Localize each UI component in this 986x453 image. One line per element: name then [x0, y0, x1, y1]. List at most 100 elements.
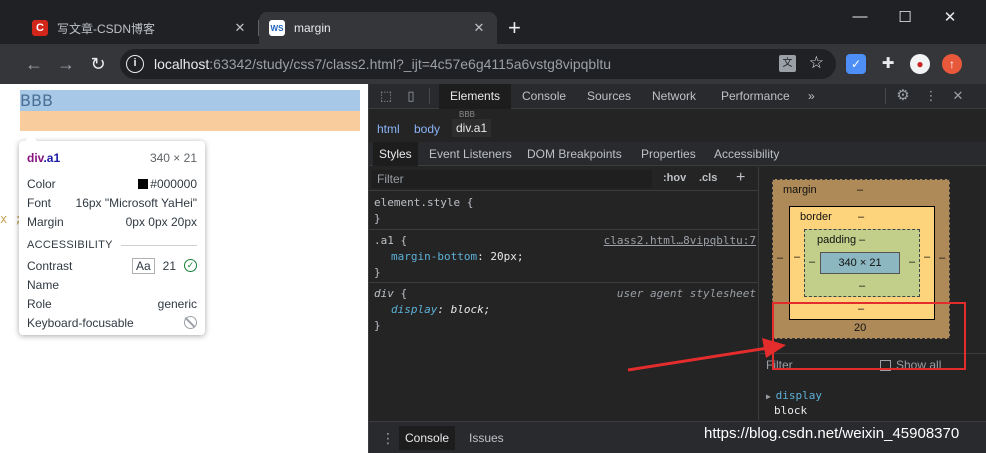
bookmark-star-icon[interactable]: ☆ — [809, 53, 824, 73]
update-icon[interactable]: ↑ — [942, 54, 962, 74]
tooltip-row-contrast: Contrast Aa 21 ✓ — [27, 256, 197, 275]
declaration-margin-bottom[interactable]: margin-bottom: 20px; — [374, 249, 754, 265]
computed-property-display[interactable]: ▶ display block — [766, 389, 822, 418]
accessibility-heading: ACCESSIBILITY — [27, 239, 197, 251]
url-text: localhost:63342/study/css7/class2.html?_… — [154, 56, 611, 72]
margin-right-value: – — [939, 252, 946, 264]
inspect-element-icon[interactable]: ⬚ — [378, 88, 394, 104]
tab-title: margin — [294, 21, 331, 35]
box-model-content[interactable]: 340 × 21 — [820, 252, 900, 274]
tab-dom-breakpoints[interactable]: DOM Breakpoints — [521, 142, 628, 166]
breadcrumb-body[interactable]: body — [414, 122, 440, 136]
border-label: border — [800, 211, 832, 223]
new-tab-button[interactable]: + — [508, 16, 521, 40]
tab-accessibility[interactable]: Accessibility — [708, 142, 785, 166]
tab-properties[interactable]: Properties — [635, 142, 702, 166]
tooltip-row-font: Font 16px "Microsoft YaHei" — [27, 195, 197, 210]
page-viewport: BBB x ; div.a1 340 × 21 Color #000000 Fo… — [0, 84, 368, 453]
tooltip-row-margin: Margin 0px 0px 20px — [27, 214, 197, 229]
new-rule-button[interactable]: + — [736, 169, 745, 187]
margin-label: margin — [783, 184, 817, 196]
minimize-icon[interactable]: — — [850, 8, 870, 25]
tooltip-size: 340 × 21 — [149, 151, 197, 165]
device-toolbar-icon[interactable]: ▯ — [403, 88, 419, 104]
site-info-icon[interactable]: i — [126, 55, 144, 73]
box-model-padding[interactable]: padding – – – – 340 × 21 — [804, 229, 920, 297]
extension-bird-icon[interactable]: ✓ — [846, 54, 866, 74]
inspect-tooltip: div.a1 340 × 21 Color #000000 Font 16px … — [19, 135, 205, 335]
margin-highlight — [20, 111, 360, 131]
tab-elements[interactable]: Elements — [439, 84, 512, 109]
forward-arrow-icon[interactable]: → — [54, 52, 78, 76]
rule-source-ua: user agent stylesheet — [616, 287, 756, 300]
tab-title: 写文章-CSDN博客 — [57, 21, 155, 36]
drawer-tab-issues[interactable]: Issues — [463, 426, 510, 450]
translate-icon[interactable]: 文 — [779, 55, 796, 72]
color-swatch — [138, 178, 149, 189]
close-devtools-icon[interactable]: ✕ — [950, 88, 966, 104]
close-tab-icon[interactable]: ✕ — [232, 20, 248, 36]
browser-tab-csdn[interactable]: C 写文章-CSDN博客 ✕ — [22, 12, 258, 44]
margin-left-value: – — [777, 252, 784, 264]
tab-performance[interactable]: Performance — [710, 84, 801, 109]
border-right-value: – — [924, 251, 931, 263]
address-bar[interactable]: i localhost:63342/study/css7/class2.html… — [120, 49, 836, 79]
csdn-favicon-icon: C — [32, 20, 48, 36]
not-allowed-icon — [184, 316, 197, 329]
separator — [885, 88, 886, 104]
border-top-value: – — [858, 211, 865, 223]
more-tabs-button[interactable]: » — [797, 84, 826, 109]
drawer-menu-icon[interactable]: ⋮ — [381, 430, 395, 447]
breadcrumb-html[interactable]: html — [377, 122, 400, 136]
webstorm-favicon-icon: WS — [269, 20, 285, 36]
browser-toolbar: ← → ↻ i localhost:63342/study/css7/class… — [0, 44, 986, 84]
padding-top-value: – — [859, 234, 866, 246]
hov-toggle[interactable]: :hov — [663, 172, 686, 184]
styles-pane: Filter :hov .cls + element.style { } .a1… — [369, 167, 759, 420]
drawer-tab-console[interactable]: Console — [399, 426, 456, 450]
tab-strip: C 写文章-CSDN博客 ✕ WS margin ✕ + — ☐ ✕ — [0, 0, 986, 44]
check-circle-icon: ✓ — [184, 259, 197, 272]
extensions-puzzle-icon[interactable]: ✚ — [878, 54, 898, 74]
rule-source-link[interactable]: class2.html…8vipqbltu:7 — [604, 233, 756, 249]
tab-styles[interactable]: Styles — [373, 142, 418, 166]
annotation-highlight-box — [772, 302, 966, 370]
profile-avatar[interactable]: ● — [910, 54, 930, 74]
browser-tab-margin[interactable]: WS margin ✕ — [259, 12, 497, 44]
watermark: https://blog.csdn.net/weixin_45908370 — [704, 425, 960, 442]
tab-sources[interactable]: Sources — [576, 84, 642, 109]
back-arrow-icon[interactable]: ← — [22, 52, 46, 76]
tooltip-caret — [25, 135, 37, 141]
maximize-icon[interactable]: ☐ — [895, 8, 915, 26]
breadcrumb-div-a1[interactable]: div.a1 — [452, 119, 492, 137]
box-model-pane: margin – – – 20 border – – – – padding –… — [760, 167, 986, 420]
padding-label: padding — [817, 234, 857, 246]
tab-console[interactable]: Console — [511, 84, 577, 109]
separator — [429, 88, 430, 104]
rule-element-style: element.style { } — [369, 192, 759, 230]
cls-toggle[interactable]: .cls — [699, 172, 717, 184]
tooltip-row-color: Color #000000 — [27, 176, 197, 191]
tab-network[interactable]: Network — [641, 84, 707, 109]
more-options-icon[interactable]: ⋮ — [923, 88, 939, 104]
margin-top-value: – — [857, 184, 864, 196]
breadcrumb: BBB html body div.a1 — [369, 110, 986, 146]
styles-filter-bar: Filter :hov .cls + — [369, 167, 759, 191]
padding-left-value: – — [809, 256, 816, 268]
padding-right-value: – — [909, 256, 916, 268]
settings-gear-icon[interactable]: ⚙ — [895, 88, 911, 104]
close-tab-icon[interactable]: ✕ — [471, 20, 487, 36]
sidebar-tabs: Styles Event Listeners DOM Breakpoints P… — [369, 142, 986, 166]
tab-event-listeners[interactable]: Event Listeners — [423, 142, 518, 166]
close-window-icon[interactable]: ✕ — [940, 8, 960, 26]
reload-icon[interactable]: ↻ — [86, 52, 110, 76]
padding-bottom-value: – — [859, 280, 866, 292]
border-left-value: – — [794, 251, 801, 263]
declaration-display: display: block; — [391, 303, 491, 316]
styles-filter-input[interactable]: Filter — [372, 170, 652, 188]
tooltip-selector: div.a1 — [27, 151, 61, 165]
devtools-tabbar: ⬚ ▯ Elements Console Sources Network Per… — [369, 84, 986, 109]
highlighted-div-a1: BBB — [20, 90, 360, 111]
rule-div-user-agent: div { user agent stylesheet display: blo… — [374, 287, 756, 332]
rule-a1: .a1 { class2.html…8vipqbltu:7 margin-bot… — [369, 230, 759, 283]
